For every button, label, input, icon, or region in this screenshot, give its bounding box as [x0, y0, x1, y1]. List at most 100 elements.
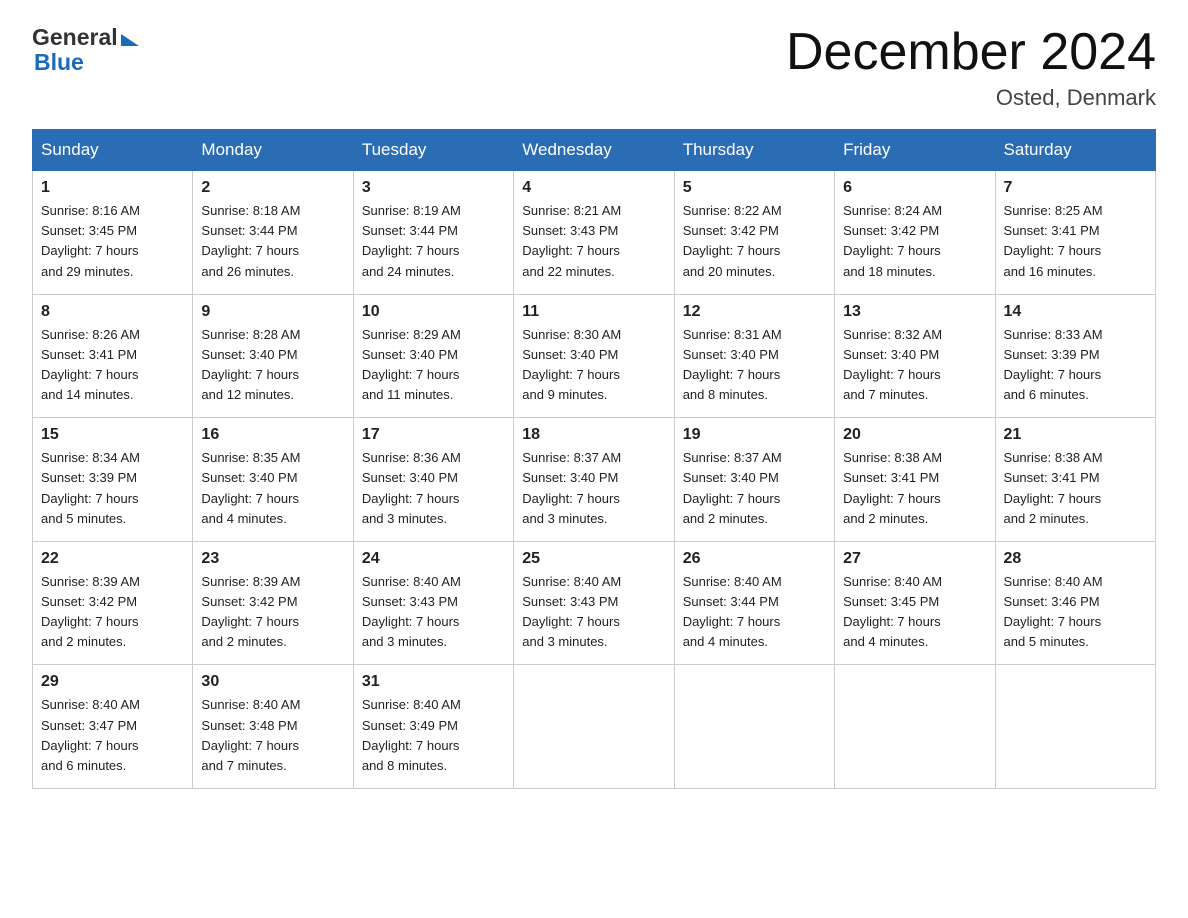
- table-row: 30 Sunrise: 8:40 AM Sunset: 3:48 PM Dayl…: [193, 665, 353, 789]
- day-number: 19: [683, 426, 826, 444]
- logo-arrow-icon: [121, 34, 139, 46]
- day-number: 14: [1004, 303, 1147, 321]
- col-monday: Monday: [193, 130, 353, 171]
- day-info: Sunrise: 8:37 AM Sunset: 3:40 PM Dayligh…: [683, 448, 826, 529]
- table-row: [835, 665, 995, 789]
- calendar-header-row: Sunday Monday Tuesday Wednesday Thursday…: [33, 130, 1156, 171]
- day-info: Sunrise: 8:25 AM Sunset: 3:41 PM Dayligh…: [1004, 201, 1147, 282]
- day-number: 2: [201, 179, 344, 197]
- table-row: 23 Sunrise: 8:39 AM Sunset: 3:42 PM Dayl…: [193, 541, 353, 665]
- table-row: 28 Sunrise: 8:40 AM Sunset: 3:46 PM Dayl…: [995, 541, 1155, 665]
- day-number: 29: [41, 673, 184, 691]
- day-number: 30: [201, 673, 344, 691]
- col-tuesday: Tuesday: [353, 130, 513, 171]
- day-number: 17: [362, 426, 505, 444]
- day-number: 25: [522, 550, 665, 568]
- col-sunday: Sunday: [33, 130, 193, 171]
- day-info: Sunrise: 8:16 AM Sunset: 3:45 PM Dayligh…: [41, 201, 184, 282]
- calendar-table: Sunday Monday Tuesday Wednesday Thursday…: [32, 129, 1156, 789]
- day-info: Sunrise: 8:35 AM Sunset: 3:40 PM Dayligh…: [201, 448, 344, 529]
- logo-general-text: General: [32, 24, 118, 51]
- day-number: 21: [1004, 426, 1147, 444]
- calendar-week-row: 8 Sunrise: 8:26 AM Sunset: 3:41 PM Dayli…: [33, 294, 1156, 418]
- calendar-week-row: 22 Sunrise: 8:39 AM Sunset: 3:42 PM Dayl…: [33, 541, 1156, 665]
- table-row: 2 Sunrise: 8:18 AM Sunset: 3:44 PM Dayli…: [193, 171, 353, 295]
- table-row: [995, 665, 1155, 789]
- day-info: Sunrise: 8:40 AM Sunset: 3:46 PM Dayligh…: [1004, 572, 1147, 653]
- day-number: 5: [683, 179, 826, 197]
- table-row: 15 Sunrise: 8:34 AM Sunset: 3:39 PM Dayl…: [33, 418, 193, 542]
- day-info: Sunrise: 8:26 AM Sunset: 3:41 PM Dayligh…: [41, 325, 184, 406]
- day-number: 23: [201, 550, 344, 568]
- logo-blue-text: Blue: [34, 49, 84, 76]
- table-row: 21 Sunrise: 8:38 AM Sunset: 3:41 PM Dayl…: [995, 418, 1155, 542]
- day-info: Sunrise: 8:19 AM Sunset: 3:44 PM Dayligh…: [362, 201, 505, 282]
- day-info: Sunrise: 8:40 AM Sunset: 3:45 PM Dayligh…: [843, 572, 986, 653]
- table-row: [674, 665, 834, 789]
- day-info: Sunrise: 8:34 AM Sunset: 3:39 PM Dayligh…: [41, 448, 184, 529]
- table-row: 19 Sunrise: 8:37 AM Sunset: 3:40 PM Dayl…: [674, 418, 834, 542]
- day-info: Sunrise: 8:36 AM Sunset: 3:40 PM Dayligh…: [362, 448, 505, 529]
- day-number: 9: [201, 303, 344, 321]
- calendar-week-row: 29 Sunrise: 8:40 AM Sunset: 3:47 PM Dayl…: [33, 665, 1156, 789]
- table-row: 7 Sunrise: 8:25 AM Sunset: 3:41 PM Dayli…: [995, 171, 1155, 295]
- table-row: 1 Sunrise: 8:16 AM Sunset: 3:45 PM Dayli…: [33, 171, 193, 295]
- table-row: 20 Sunrise: 8:38 AM Sunset: 3:41 PM Dayl…: [835, 418, 995, 542]
- day-number: 1: [41, 179, 184, 197]
- page-header: General Blue December 2024 Osted, Denmar…: [32, 24, 1156, 111]
- day-info: Sunrise: 8:30 AM Sunset: 3:40 PM Dayligh…: [522, 325, 665, 406]
- table-row: 11 Sunrise: 8:30 AM Sunset: 3:40 PM Dayl…: [514, 294, 674, 418]
- table-row: 9 Sunrise: 8:28 AM Sunset: 3:40 PM Dayli…: [193, 294, 353, 418]
- table-row: 25 Sunrise: 8:40 AM Sunset: 3:43 PM Dayl…: [514, 541, 674, 665]
- table-row: 17 Sunrise: 8:36 AM Sunset: 3:40 PM Dayl…: [353, 418, 513, 542]
- day-info: Sunrise: 8:28 AM Sunset: 3:40 PM Dayligh…: [201, 325, 344, 406]
- col-friday: Friday: [835, 130, 995, 171]
- day-info: Sunrise: 8:40 AM Sunset: 3:43 PM Dayligh…: [362, 572, 505, 653]
- day-number: 22: [41, 550, 184, 568]
- day-info: Sunrise: 8:18 AM Sunset: 3:44 PM Dayligh…: [201, 201, 344, 282]
- day-info: Sunrise: 8:40 AM Sunset: 3:47 PM Dayligh…: [41, 695, 184, 776]
- col-saturday: Saturday: [995, 130, 1155, 171]
- col-wednesday: Wednesday: [514, 130, 674, 171]
- day-info: Sunrise: 8:37 AM Sunset: 3:40 PM Dayligh…: [522, 448, 665, 529]
- table-row: 13 Sunrise: 8:32 AM Sunset: 3:40 PM Dayl…: [835, 294, 995, 418]
- day-number: 12: [683, 303, 826, 321]
- table-row: 12 Sunrise: 8:31 AM Sunset: 3:40 PM Dayl…: [674, 294, 834, 418]
- day-info: Sunrise: 8:21 AM Sunset: 3:43 PM Dayligh…: [522, 201, 665, 282]
- day-number: 4: [522, 179, 665, 197]
- day-number: 15: [41, 426, 184, 444]
- day-number: 24: [362, 550, 505, 568]
- calendar-week-row: 15 Sunrise: 8:34 AM Sunset: 3:39 PM Dayl…: [33, 418, 1156, 542]
- day-info: Sunrise: 8:24 AM Sunset: 3:42 PM Dayligh…: [843, 201, 986, 282]
- day-info: Sunrise: 8:32 AM Sunset: 3:40 PM Dayligh…: [843, 325, 986, 406]
- day-number: 20: [843, 426, 986, 444]
- table-row: 27 Sunrise: 8:40 AM Sunset: 3:45 PM Dayl…: [835, 541, 995, 665]
- table-row: 26 Sunrise: 8:40 AM Sunset: 3:44 PM Dayl…: [674, 541, 834, 665]
- table-row: 10 Sunrise: 8:29 AM Sunset: 3:40 PM Dayl…: [353, 294, 513, 418]
- table-row: 16 Sunrise: 8:35 AM Sunset: 3:40 PM Dayl…: [193, 418, 353, 542]
- day-number: 3: [362, 179, 505, 197]
- table-row: 14 Sunrise: 8:33 AM Sunset: 3:39 PM Dayl…: [995, 294, 1155, 418]
- day-number: 13: [843, 303, 986, 321]
- col-thursday: Thursday: [674, 130, 834, 171]
- day-number: 11: [522, 303, 665, 321]
- day-number: 27: [843, 550, 986, 568]
- day-number: 28: [1004, 550, 1147, 568]
- table-row: 29 Sunrise: 8:40 AM Sunset: 3:47 PM Dayl…: [33, 665, 193, 789]
- day-info: Sunrise: 8:31 AM Sunset: 3:40 PM Dayligh…: [683, 325, 826, 406]
- day-info: Sunrise: 8:38 AM Sunset: 3:41 PM Dayligh…: [1004, 448, 1147, 529]
- table-row: 18 Sunrise: 8:37 AM Sunset: 3:40 PM Dayl…: [514, 418, 674, 542]
- day-info: Sunrise: 8:33 AM Sunset: 3:39 PM Dayligh…: [1004, 325, 1147, 406]
- table-row: 3 Sunrise: 8:19 AM Sunset: 3:44 PM Dayli…: [353, 171, 513, 295]
- calendar-week-row: 1 Sunrise: 8:16 AM Sunset: 3:45 PM Dayli…: [33, 171, 1156, 295]
- table-row: 4 Sunrise: 8:21 AM Sunset: 3:43 PM Dayli…: [514, 171, 674, 295]
- day-info: Sunrise: 8:22 AM Sunset: 3:42 PM Dayligh…: [683, 201, 826, 282]
- day-info: Sunrise: 8:40 AM Sunset: 3:49 PM Dayligh…: [362, 695, 505, 776]
- day-number: 16: [201, 426, 344, 444]
- day-info: Sunrise: 8:38 AM Sunset: 3:41 PM Dayligh…: [843, 448, 986, 529]
- table-row: 22 Sunrise: 8:39 AM Sunset: 3:42 PM Dayl…: [33, 541, 193, 665]
- logo: General Blue: [32, 24, 139, 76]
- location-label: Osted, Denmark: [786, 85, 1156, 111]
- table-row: 24 Sunrise: 8:40 AM Sunset: 3:43 PM Dayl…: [353, 541, 513, 665]
- day-number: 10: [362, 303, 505, 321]
